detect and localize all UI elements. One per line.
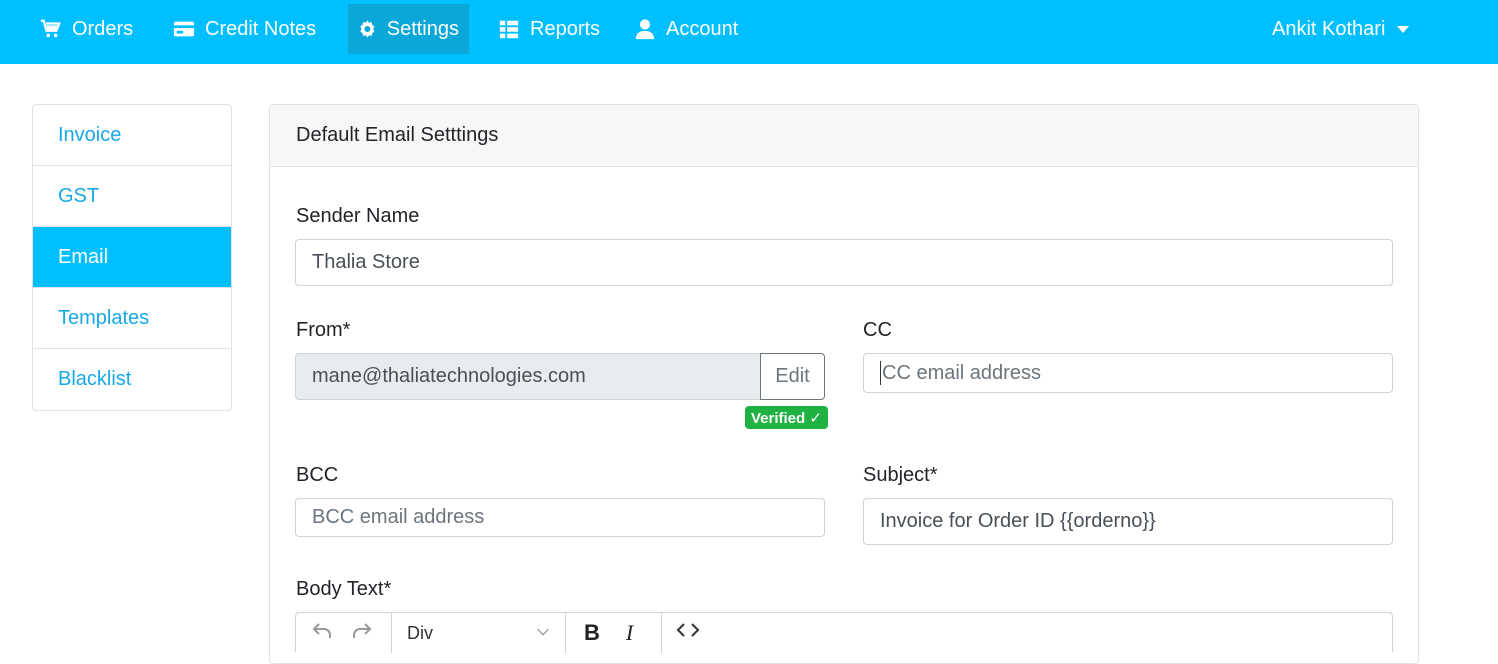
user-name: Ankit Kothari <box>1272 17 1386 40</box>
caret-down-icon <box>1397 25 1410 33</box>
from-input: mane@thaliatechnologies.com <box>295 353 761 400</box>
nav-account-label: Account <box>666 17 739 40</box>
table-icon <box>499 20 519 39</box>
credit-card-icon <box>173 21 195 37</box>
from-label: From* <box>296 319 351 341</box>
nav-orders[interactable]: Orders <box>30 4 143 54</box>
format-select[interactable]: Div <box>392 613 566 653</box>
bcc-input[interactable]: BCC email address <box>295 498 825 537</box>
nav-credit-notes-label: Credit Notes <box>205 17 317 40</box>
sidebar-item-invoice[interactable]: Invoice <box>33 105 231 166</box>
editor-toolbar: Div B I <box>295 612 1393 653</box>
sender-name-label: Sender Name <box>296 205 420 227</box>
settings-sidebar: Invoice GST Email Templates Blacklist <box>32 104 232 411</box>
subject-label: Subject* <box>863 464 938 486</box>
subject-input[interactable]: Invoice for Order ID {{orderno}} <box>863 498 1393 545</box>
format-select-value: Div <box>407 622 433 643</box>
nav-settings-label: Settings <box>386 17 459 40</box>
history-group <box>296 613 392 653</box>
sender-name-input[interactable]: Thalia Store <box>295 239 1393 286</box>
sidebar-item-gst[interactable]: GST <box>33 166 231 227</box>
sidebar-item-blacklist[interactable]: Blacklist <box>33 349 231 410</box>
edit-from-button[interactable]: Edit <box>760 353 825 400</box>
user-icon <box>635 19 655 40</box>
nav-account[interactable]: Account <box>624 4 748 54</box>
sender-name-value: Thalia Store <box>312 251 420 273</box>
from-value: mane@thaliatechnologies.com <box>312 365 586 387</box>
cc-input[interactable]: CC email address <box>863 353 1393 393</box>
nav-reports[interactable]: Reports <box>488 4 610 54</box>
gear-icon <box>360 20 375 38</box>
bcc-label: BCC <box>296 464 339 486</box>
verified-badge: Verified ✓ <box>745 406 828 429</box>
bcc-placeholder: BCC email address <box>312 506 485 528</box>
nav-reports-label: Reports <box>530 17 601 40</box>
nav-orders-label: Orders <box>72 17 134 40</box>
style-group: B I <box>566 613 662 653</box>
user-menu[interactable]: Ankit Kothari <box>1262 4 1419 54</box>
subject-value: Invoice for Order ID {{orderno}} <box>880 510 1156 532</box>
code-group <box>662 613 722 653</box>
nav-credit-notes[interactable]: Credit Notes <box>163 4 326 54</box>
bold-button[interactable]: B <box>584 620 600 646</box>
cc-label: CC <box>863 319 892 341</box>
sidebar-item-templates[interactable]: Templates <box>33 288 231 349</box>
cart-icon <box>40 19 61 38</box>
chevron-down-icon <box>535 620 551 646</box>
italic-button[interactable]: I <box>626 620 633 646</box>
text-cursor <box>880 361 881 385</box>
cc-placeholder: CC email address <box>882 361 1041 384</box>
card-title: Default Email Setttings <box>270 105 1418 167</box>
body-text-label: Body Text* <box>296 578 392 600</box>
nav-settings[interactable]: Settings <box>348 4 469 54</box>
sidebar-item-email[interactable]: Email <box>33 227 231 288</box>
top-navbar: Orders Credit Notes Settings Reports Acc… <box>0 0 1498 64</box>
